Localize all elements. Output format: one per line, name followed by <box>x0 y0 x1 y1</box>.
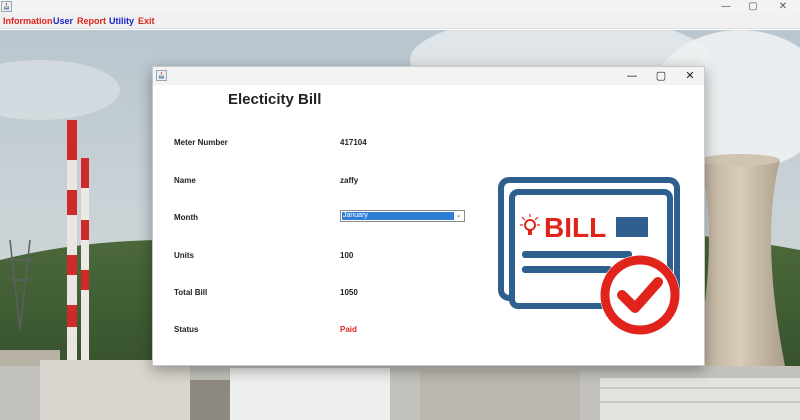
total-bill-value: 1050 <box>340 288 358 297</box>
menu-exit[interactable]: Exit <box>138 16 155 27</box>
chevron-down-icon[interactable]: ⌄ <box>454 211 463 221</box>
menu-bar: Information User Report Utility Exit <box>0 14 800 29</box>
checkmark-badge-icon <box>600 255 680 335</box>
month-label: Month <box>174 213 198 222</box>
menu-utility[interactable]: Utility <box>109 16 134 27</box>
menu-user[interactable]: User <box>53 16 73 27</box>
meter-number-value: 417104 <box>340 138 367 147</box>
name-label: Name <box>174 176 196 185</box>
java-coffee-icon <box>156 70 167 81</box>
dialog-close-button[interactable]: ✕ <box>679 68 701 84</box>
month-selected-value: January <box>342 212 454 220</box>
menu-information[interactable]: Information <box>3 16 53 27</box>
units-label: Units <box>174 251 194 260</box>
bill-graphic-text: BILL <box>544 212 606 243</box>
dialog-maximize-button[interactable]: ▢ <box>650 68 672 84</box>
app-maximize-button[interactable]: ▢ <box>745 0 761 14</box>
dialog-title: Electicity Bill <box>228 91 322 108</box>
meter-number-label: Meter Number <box>174 138 228 147</box>
units-value: 100 <box>340 251 354 260</box>
bill-dialog: — ▢ ✕ Electicity Bill Meter Number 41710… <box>152 66 705 366</box>
dialog-title-bar: — ▢ ✕ <box>153 67 704 85</box>
status-label: Status <box>174 325 199 334</box>
status-value: Paid <box>340 325 357 334</box>
month-dropdown[interactable]: January ⌄ <box>340 210 465 222</box>
name-value: zaffy <box>340 176 359 185</box>
app-close-button[interactable]: ✕ <box>775 0 791 14</box>
dialog-minimize-button[interactable]: — <box>621 68 643 84</box>
app-minimize-button[interactable]: — <box>718 0 734 14</box>
java-coffee-icon <box>1 1 12 12</box>
bill-document-icon: BILL <box>498 177 680 335</box>
app-title-bar: — ▢ ✕ <box>0 0 800 14</box>
total-bill-label: Total Bill <box>174 288 208 297</box>
menu-report[interactable]: Report <box>77 16 106 27</box>
